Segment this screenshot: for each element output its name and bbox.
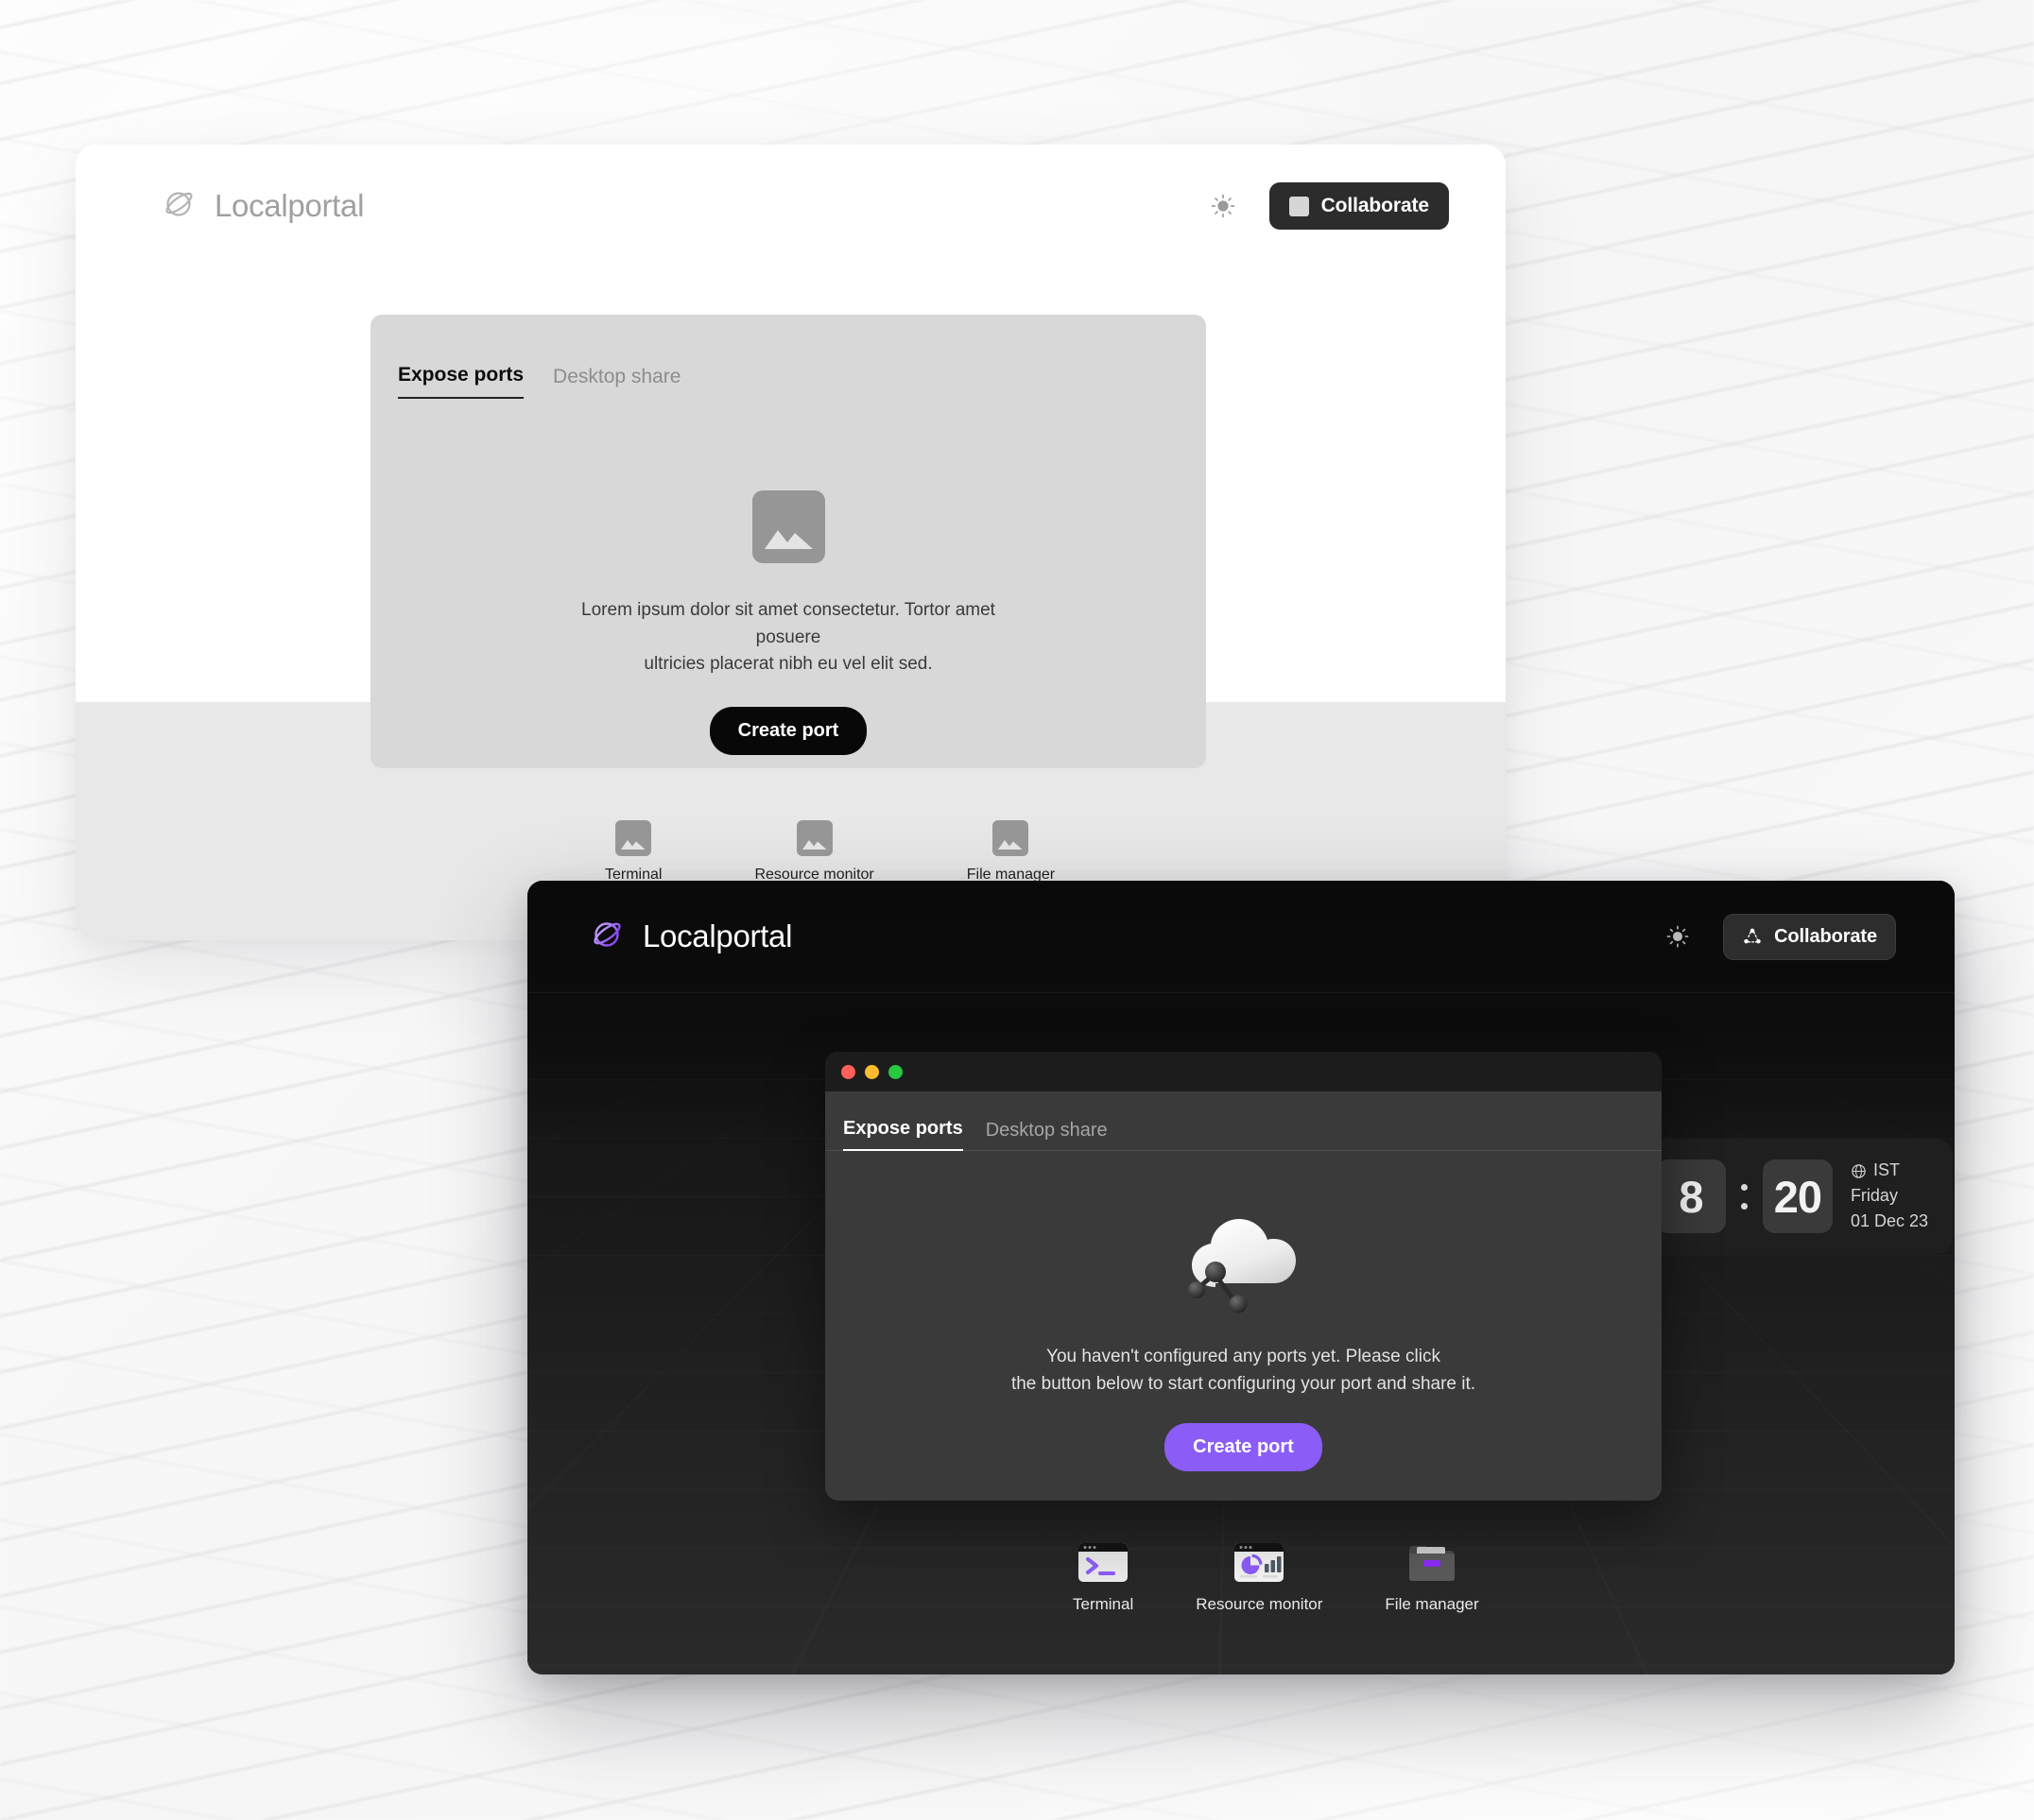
image-placeholder-icon xyxy=(615,820,652,856)
dock-label-file-manager-dark: File manager xyxy=(1385,1595,1479,1613)
image-placeholder-icon xyxy=(751,490,825,563)
light-header-actions: Collaborate xyxy=(1209,182,1449,230)
brand-dark: Localportal xyxy=(589,916,792,958)
tab-expose-ports-light[interactable]: Expose ports xyxy=(398,364,525,399)
globe-icon xyxy=(1851,1163,1867,1179)
clock-timezone: IST xyxy=(1872,1160,1900,1180)
modal-description: You haven't configured any ports yet. Pl… xyxy=(1011,1344,1475,1399)
close-window-button[interactable] xyxy=(841,1064,855,1079)
modal-tabs: Expose ports Desktop share xyxy=(825,1091,1662,1151)
maximize-window-button[interactable] xyxy=(888,1064,903,1079)
collaborate-label-light: Collaborate xyxy=(1320,195,1430,216)
dark-desc-line-2: the button below to start configuring yo… xyxy=(1010,1373,1476,1394)
dark-window-header: Localportal Collaborate xyxy=(527,881,1955,992)
dock-item-terminal-dark[interactable]: Terminal xyxy=(1073,1540,1133,1614)
clock-weekday: Friday xyxy=(1850,1186,1898,1206)
light-desc-line-1: Lorem ipsum dolor sit amet consectetur. … xyxy=(581,600,995,647)
dock-item-terminal-light[interactable]: Terminal xyxy=(605,820,662,884)
brand-name-dark: Localportal xyxy=(643,919,793,953)
terminal-icon xyxy=(1077,1540,1129,1586)
dark-expose-ports-modal: Expose ports Desktop share You haven't c… xyxy=(825,1052,1662,1501)
clock-colon xyxy=(1738,1183,1750,1210)
clock-minutes: 20 xyxy=(1762,1159,1833,1233)
dock-label-terminal-dark: Terminal xyxy=(1073,1595,1134,1613)
light-desc-line-2: ultricies placerat nibh eu vel elit sed. xyxy=(644,654,933,674)
brand-light: Localportal xyxy=(161,185,364,228)
clock-timezone-row: IST xyxy=(1851,1159,1928,1182)
brand-name-light: Localportal xyxy=(215,188,365,223)
image-placeholder-icon xyxy=(992,820,1029,856)
clock-date: 01 Dec 23 xyxy=(1850,1210,1928,1230)
cloud-share-icon xyxy=(1173,1206,1315,1317)
minimize-window-button[interactable] xyxy=(865,1064,879,1079)
dock-label-resource-monitor-dark: Resource monitor xyxy=(1196,1595,1323,1613)
clock-meta: IST Friday 01 Dec 23 xyxy=(1851,1159,1928,1232)
light-window-dock: Terminal Resource monitor File manager xyxy=(605,820,1055,884)
dock-item-file-manager-light[interactable]: File manager xyxy=(967,820,1055,884)
tab-expose-ports-dark[interactable]: Expose ports xyxy=(843,1118,963,1151)
dark-header-divider xyxy=(527,992,1955,993)
collaborate-button-light[interactable]: Collaborate xyxy=(1268,182,1449,230)
clock-hours: 8 xyxy=(1655,1159,1726,1233)
modal-body: You haven't configured any ports yet. Pl… xyxy=(825,1160,1662,1501)
dark-window-dock: Terminal Resource monitor File manager xyxy=(1073,1540,1479,1614)
folder-icon xyxy=(1405,1540,1458,1586)
dock-item-resource-monitor-light[interactable]: Resource monitor xyxy=(754,820,874,884)
create-port-button-dark[interactable]: Create port xyxy=(1164,1422,1322,1471)
light-expose-ports-card: Expose ports Desktop share Lorem ipsum d… xyxy=(371,315,1206,768)
planet-ring-icon xyxy=(161,185,198,228)
sun-icon[interactable] xyxy=(1664,923,1691,950)
tab-desktop-share-light[interactable]: Desktop share xyxy=(553,366,681,399)
image-placeholder-icon xyxy=(796,820,833,856)
share-nodes-icon xyxy=(1742,926,1763,947)
dark-desc-line-1: You haven't configured any ports yet. Pl… xyxy=(1046,1347,1440,1366)
dark-header-actions: Collaborate xyxy=(1664,913,1896,960)
light-card-tabs: Expose ports Desktop share xyxy=(371,315,1206,399)
collaborate-button-dark[interactable]: Collaborate xyxy=(1723,913,1896,960)
sun-icon[interactable] xyxy=(1209,192,1237,220)
placeholder-square-icon xyxy=(1288,196,1309,216)
clock-widget: 8 20 IST Friday 01 Dec 23 xyxy=(1630,1139,1953,1254)
light-card-description: Lorem ipsum dolor sit amet consectetur. … xyxy=(566,597,1010,678)
chart-monitor-icon xyxy=(1232,1540,1285,1586)
dock-item-file-manager-dark[interactable]: File manager xyxy=(1385,1540,1479,1614)
collaborate-label-dark: Collaborate xyxy=(1774,925,1877,947)
tab-desktop-share-dark[interactable]: Desktop share xyxy=(986,1120,1108,1151)
light-window-header: Localportal Collaborate xyxy=(76,145,1506,267)
modal-titlebar xyxy=(825,1052,1662,1091)
create-port-button-light[interactable]: Create port xyxy=(709,706,868,755)
dock-item-resource-monitor-dark[interactable]: Resource monitor xyxy=(1196,1540,1322,1614)
planet-ring-icon xyxy=(589,916,627,958)
light-card-body: Lorem ipsum dolor sit amet consectetur. … xyxy=(371,456,1206,768)
